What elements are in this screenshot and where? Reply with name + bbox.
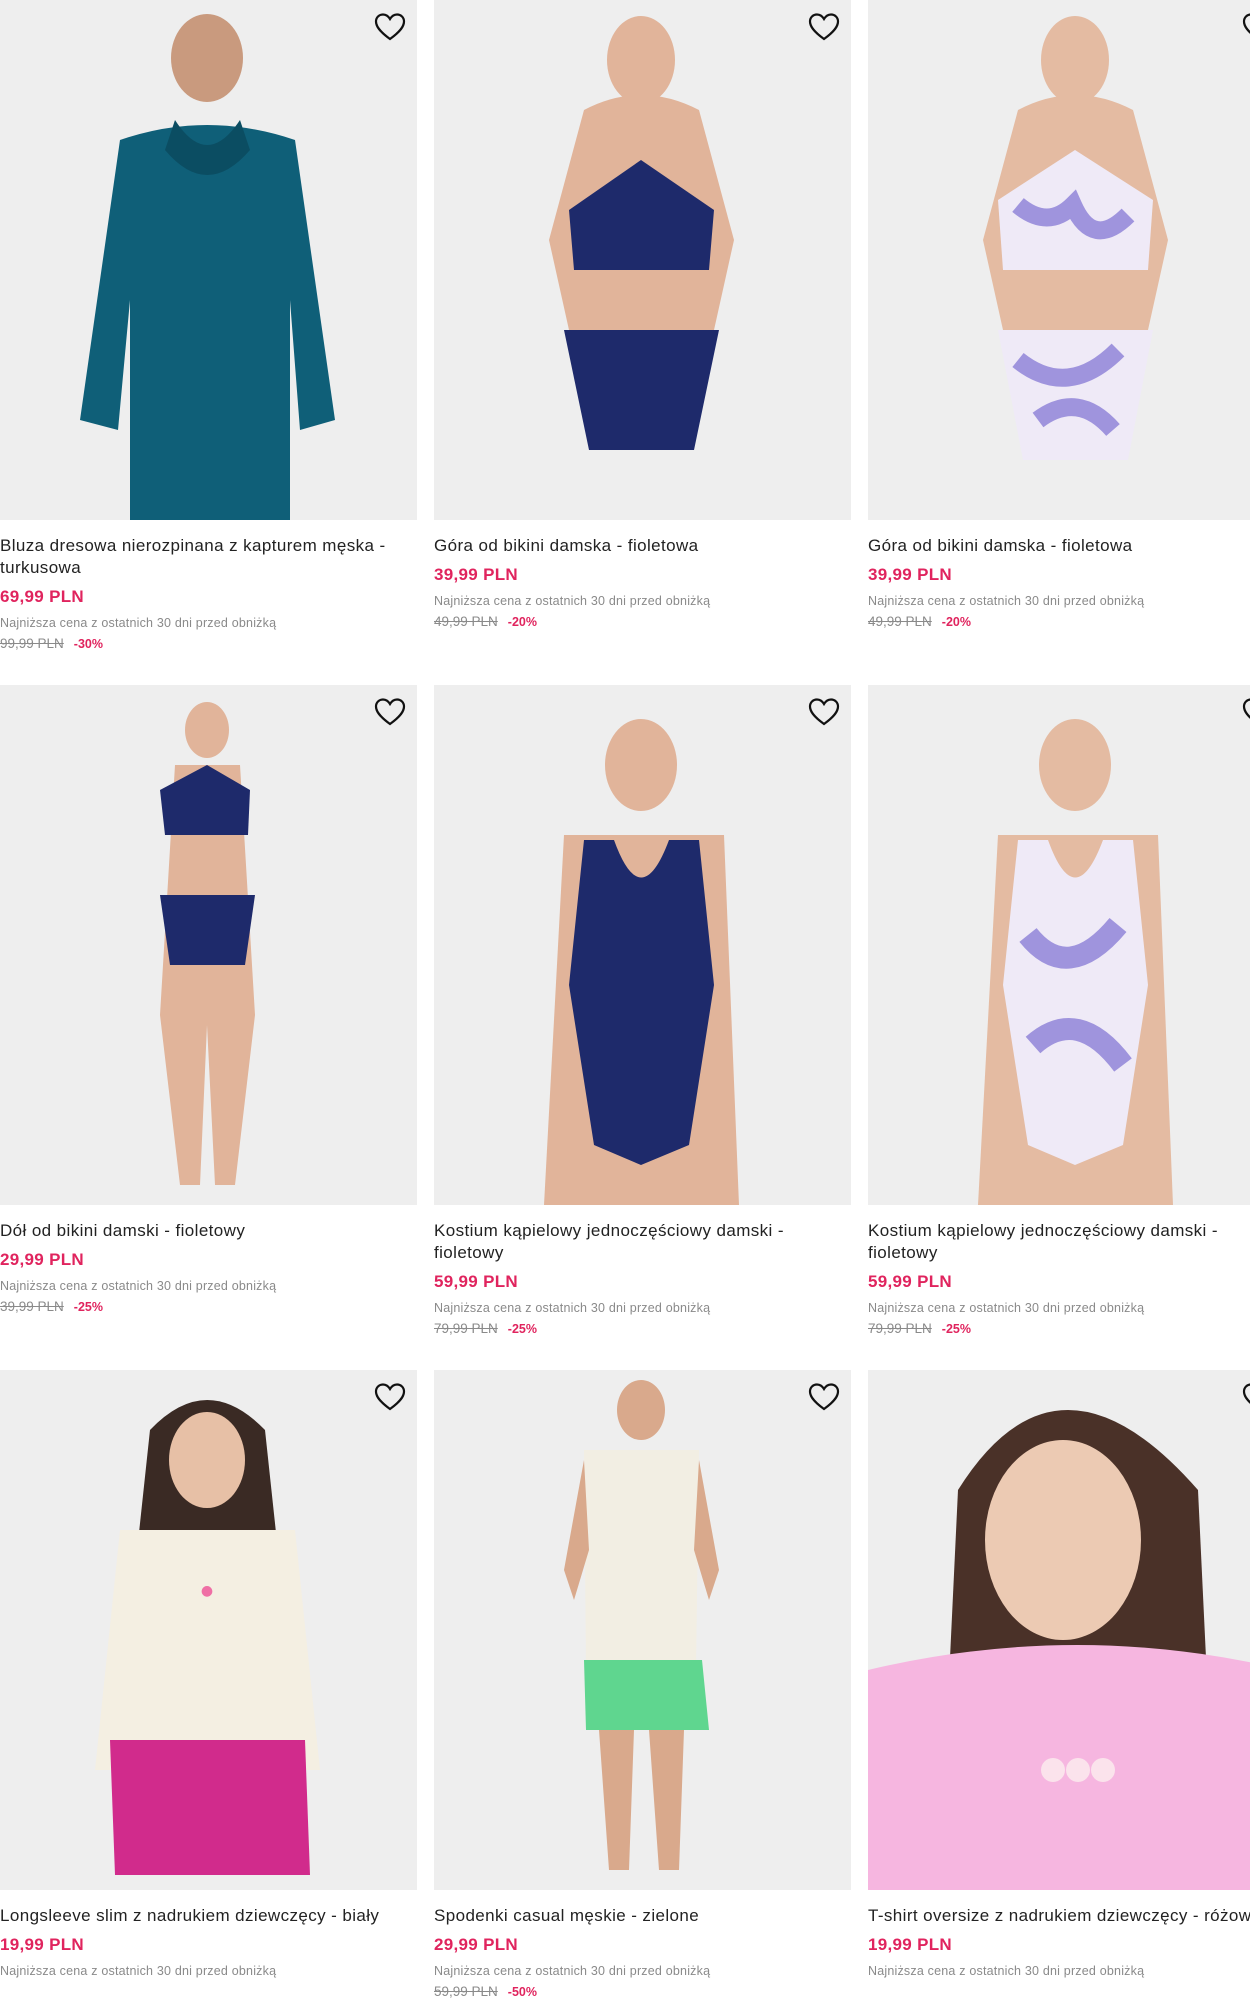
product-price: 39,99 PLN	[868, 565, 952, 584]
product-image[interactable]	[868, 685, 1250, 1205]
discount-badge: -25%	[73, 1300, 103, 1314]
product-card[interactable]: Spodenki casual męskie - zielone 29,99 P…	[434, 1370, 851, 1999]
product-image[interactable]	[434, 685, 851, 1205]
product-image[interactable]: ●	[0, 1370, 417, 1890]
old-price: 99,99 PLN	[0, 636, 64, 651]
heart-outline-icon	[374, 698, 406, 726]
heart-outline-icon	[808, 1383, 840, 1411]
product-price: 29,99 PLN	[434, 1935, 518, 1954]
discount-badge: -25%	[507, 1322, 537, 1336]
heart-outline-icon	[1242, 1383, 1250, 1404]
product-photo	[434, 1370, 851, 1890]
product-card[interactable]: Dół od bikini damski - fioletowy 29,99 P…	[0, 685, 417, 1314]
lowest-price-note: Najniższa cena z ostatnich 30 dni przed …	[434, 1964, 711, 1978]
product-name[interactable]: Góra od bikini damska - fioletowa	[868, 535, 1250, 557]
product-card[interactable]: Góra od bikini damska - fioletowa 39,99 …	[434, 0, 851, 629]
product-name[interactable]: Longsleeve slim z nadrukiem dziewczęcy -…	[0, 1905, 417, 1927]
product-image[interactable]	[434, 0, 851, 520]
product-price: 69,99 PLN	[0, 587, 84, 606]
product-price: 59,99 PLN	[434, 1272, 518, 1291]
product-image[interactable]	[434, 1370, 851, 1890]
product-price: 59,99 PLN	[868, 1272, 952, 1291]
svg-text:●: ●	[201, 1583, 213, 1599]
heart-outline-icon	[808, 698, 840, 726]
product-photo	[434, 685, 851, 1205]
old-price-row: 39,99 PLN -25%	[0, 1299, 417, 1314]
product-photo: ●	[0, 1370, 417, 1890]
old-price-row: 99,99 PLN -30%	[0, 636, 417, 651]
product-price: 19,99 PLN	[0, 1935, 84, 1954]
product-photo	[434, 0, 851, 520]
add-to-favorites-button[interactable]	[373, 697, 407, 727]
add-to-favorites-button[interactable]	[1241, 697, 1250, 727]
old-price: 49,99 PLN	[868, 614, 932, 629]
add-to-favorites-button[interactable]	[807, 1382, 841, 1412]
product-photo	[0, 685, 417, 1205]
add-to-favorites-button[interactable]	[373, 1382, 407, 1412]
add-to-favorites-button[interactable]	[373, 12, 407, 42]
lowest-price-note: Najniższa cena z ostatnich 30 dni przed …	[0, 1279, 277, 1293]
add-to-favorites-button[interactable]	[1241, 1382, 1250, 1412]
heart-outline-icon	[1242, 698, 1250, 719]
old-price: 79,99 PLN	[434, 1321, 498, 1336]
lowest-price-note: Najniższa cena z ostatnich 30 dni przed …	[868, 1301, 1145, 1315]
add-to-favorites-button[interactable]	[1241, 12, 1250, 42]
old-price: 79,99 PLN	[868, 1321, 932, 1336]
old-price: 59,99 PLN	[434, 1984, 498, 1999]
old-price-row: 49,99 PLN -20%	[434, 614, 851, 629]
product-photo	[868, 0, 1250, 520]
product-card[interactable]: Kostium kąpielowy jednoczęściowy damski …	[434, 685, 851, 1336]
discount-badge: -20%	[941, 615, 971, 629]
heart-outline-icon	[808, 13, 840, 41]
old-price-row: 49,99 PLN -20%	[868, 614, 1250, 629]
discount-badge: -30%	[73, 637, 103, 651]
product-name[interactable]: Kostium kąpielowy jednoczęściowy damski …	[868, 1220, 1250, 1264]
product-name[interactable]: Spodenki casual męskie - zielone	[434, 1905, 851, 1927]
lowest-price-note: Najniższa cena z ostatnich 30 dni przed …	[868, 594, 1145, 608]
product-photo	[0, 0, 417, 520]
product-image[interactable]	[868, 0, 1250, 520]
old-price-row: 59,99 PLN -50%	[434, 1984, 851, 1999]
product-name[interactable]: Dół od bikini damski - fioletowy	[0, 1220, 417, 1242]
discount-badge: -25%	[941, 1322, 971, 1336]
heart-outline-icon	[374, 13, 406, 41]
product-price: 19,99 PLN	[868, 1935, 952, 1954]
discount-badge: -20%	[507, 615, 537, 629]
lowest-price-note: Najniższa cena z ostatnich 30 dni przed …	[0, 1964, 277, 1978]
product-card[interactable]: T-shirt oversize z nadrukiem dziewczęcy …	[868, 1370, 1250, 1978]
product-photo	[868, 1370, 1250, 1890]
old-price: 39,99 PLN	[0, 1299, 64, 1314]
add-to-favorites-button[interactable]	[807, 12, 841, 42]
product-name[interactable]: Kostium kąpielowy jednoczęściowy damski …	[434, 1220, 851, 1264]
product-price: 39,99 PLN	[434, 565, 518, 584]
product-name[interactable]: T-shirt oversize z nadrukiem dziewczęcy …	[868, 1905, 1250, 1927]
old-price-row: 79,99 PLN -25%	[434, 1321, 851, 1336]
product-card[interactable]: Kostium kąpielowy jednoczęściowy damski …	[868, 685, 1250, 1336]
product-card[interactable]: Góra od bikini damska - fioletowa 39,99 …	[868, 0, 1250, 629]
product-name[interactable]: Bluza dresowa nierozpinana z kapturem mę…	[0, 535, 417, 579]
lowest-price-note: Najniższa cena z ostatnich 30 dni przed …	[868, 1964, 1145, 1978]
lowest-price-note: Najniższa cena z ostatnich 30 dni przed …	[0, 616, 277, 630]
old-price: 49,99 PLN	[434, 614, 498, 629]
product-card[interactable]: Bluza dresowa nierozpinana z kapturem mę…	[0, 0, 417, 651]
product-image[interactable]	[868, 1370, 1250, 1890]
old-price-row: 79,99 PLN -25%	[868, 1321, 1250, 1336]
lowest-price-note: Najniższa cena z ostatnich 30 dni przed …	[434, 1301, 711, 1315]
product-name[interactable]: Góra od bikini damska - fioletowa	[434, 535, 851, 557]
product-card[interactable]: ● Longsleeve slim z nadrukiem dziewczęcy…	[0, 1370, 417, 1978]
heart-outline-icon	[374, 1383, 406, 1411]
product-image[interactable]	[0, 685, 417, 1205]
add-to-favorites-button[interactable]	[807, 697, 841, 727]
heart-outline-icon	[1242, 13, 1250, 34]
product-image[interactable]	[0, 0, 417, 520]
lowest-price-note: Najniższa cena z ostatnich 30 dni przed …	[434, 594, 711, 608]
product-photo	[868, 685, 1250, 1205]
discount-badge: -50%	[507, 1985, 537, 1999]
product-price: 29,99 PLN	[0, 1250, 84, 1269]
